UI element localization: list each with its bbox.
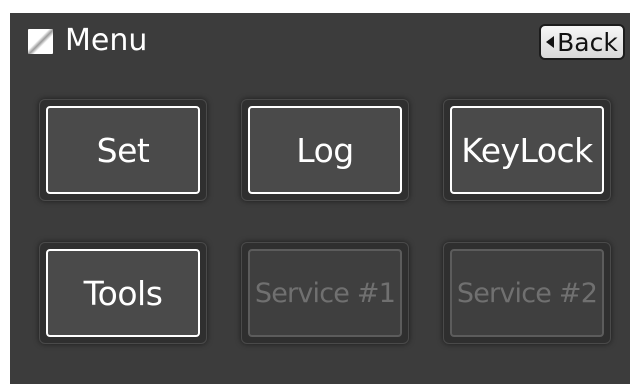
menu-square-icon — [28, 29, 53, 54]
service-1-button[interactable]: Service #1 — [241, 242, 409, 344]
service-2-button[interactable]: Service #2 — [443, 242, 611, 344]
log-button[interactable]: Log — [241, 99, 409, 201]
tools-button-label: Tools — [46, 249, 200, 337]
triangle-left-icon — [546, 36, 555, 48]
keylock-button[interactable]: KeyLock — [443, 99, 611, 201]
tools-button[interactable]: Tools — [39, 242, 207, 344]
back-button-label: Back — [557, 27, 618, 57]
menu-screen: Menu Back Set Log KeyLock Tools Service … — [10, 13, 630, 384]
service-2-button-label: Service #2 — [450, 249, 604, 337]
set-button-label: Set — [46, 106, 200, 194]
back-button[interactable]: Back — [539, 24, 625, 60]
keylock-button-label: KeyLock — [450, 106, 604, 194]
log-button-label: Log — [248, 106, 402, 194]
set-button[interactable]: Set — [39, 99, 207, 201]
service-1-button-label: Service #1 — [248, 249, 402, 337]
page-title: Menu — [65, 23, 148, 58]
header-bar: Menu Back — [10, 13, 630, 75]
